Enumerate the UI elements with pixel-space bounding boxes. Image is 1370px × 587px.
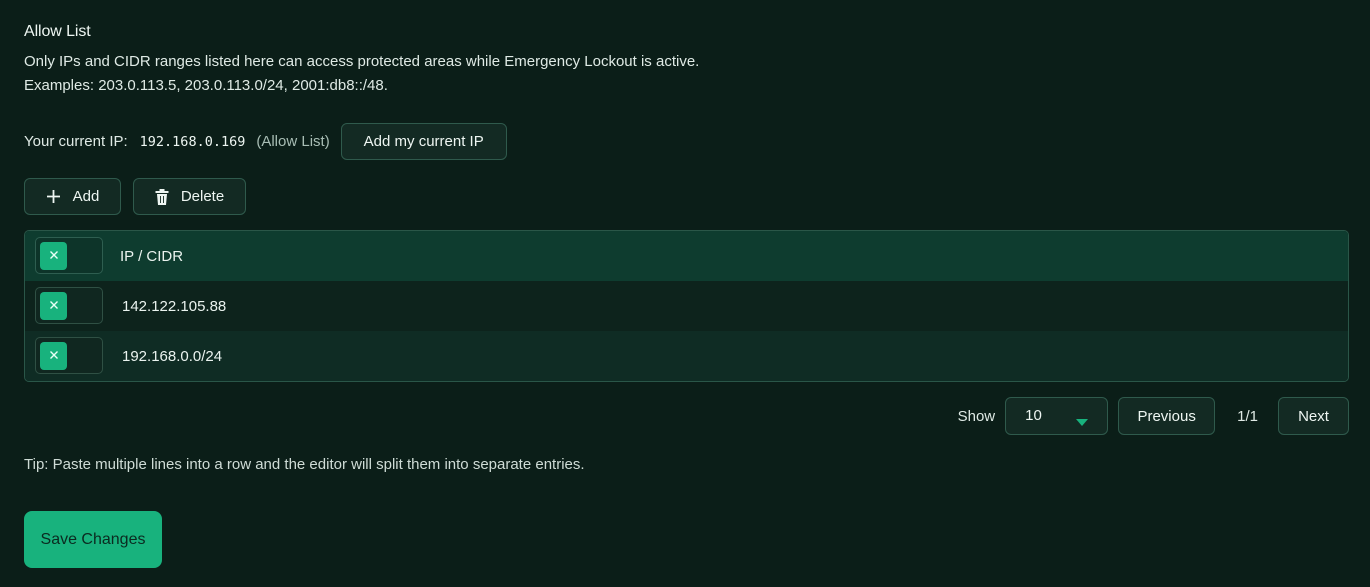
close-icon: [49, 347, 59, 365]
tip-text: Tip: Paste multiple lines into a row and…: [24, 456, 585, 473]
current-ip-row: Your current IP: 192.168.0.169 (Allow Li…: [24, 123, 507, 160]
current-ip-label: Your current IP:: [24, 133, 128, 150]
pagination: Show 10 Previous 1/1 Next: [958, 397, 1349, 435]
section-description: Only IPs and CIDR ranges listed here can…: [24, 53, 700, 70]
select-all-toggle[interactable]: [35, 237, 103, 274]
save-changes-label: Save Changes: [40, 530, 146, 548]
table-row: 142.122.105.88: [25, 281, 1348, 331]
delete-button[interactable]: Delete: [133, 178, 246, 215]
current-ip-tag: (Allow List): [256, 133, 330, 150]
row-toggle[interactable]: [35, 287, 103, 324]
toggle-knob: [40, 342, 67, 370]
page-size-select[interactable]: 10: [1005, 397, 1109, 435]
toggle-knob: [40, 242, 67, 270]
show-label: Show: [957, 407, 996, 425]
save-changes-button[interactable]: Save Changes: [24, 511, 162, 568]
plus-icon: [46, 189, 61, 204]
section-title: Allow List: [24, 23, 91, 40]
ip-cidr-value[interactable]: 142.122.105.88: [122, 298, 226, 315]
add-current-ip-button[interactable]: Add my current IP: [340, 123, 507, 160]
previous-button[interactable]: Previous: [1118, 397, 1216, 435]
trash-icon: [155, 188, 169, 205]
table-row: 192.168.0.0/24: [25, 331, 1348, 381]
allow-list-table: IP / CIDR 142.122.105.88 192.168.0.0/24: [24, 230, 1349, 382]
column-header-ip-cidr: IP / CIDR: [120, 247, 184, 265]
delete-button-label: Delete: [180, 188, 225, 205]
page-size-value: 10: [1025, 407, 1042, 424]
toggle-knob: [40, 292, 67, 320]
chevron-down-icon: [1076, 413, 1089, 430]
page-indicator: 1/1: [1237, 407, 1258, 425]
table-header-row: IP / CIDR: [25, 231, 1348, 281]
add-current-ip-label: Add my current IP: [363, 133, 484, 150]
previous-button-label: Previous: [1137, 407, 1196, 425]
allow-list-panel: Allow List Only IPs and CIDR ranges list…: [0, 0, 1370, 587]
row-toggle[interactable]: [35, 337, 103, 374]
close-icon: [49, 247, 59, 265]
close-icon: [49, 297, 59, 315]
ip-cidr-value[interactable]: 192.168.0.0/24: [122, 348, 222, 365]
current-ip-value: 192.168.0.169: [139, 133, 246, 150]
next-button-label: Next: [1298, 407, 1329, 425]
next-button[interactable]: Next: [1278, 397, 1349, 435]
add-button-label: Add: [72, 188, 100, 205]
add-button[interactable]: Add: [24, 178, 121, 215]
section-examples: Examples: 203.0.113.5, 203.0.113.0/24, 2…: [24, 77, 388, 94]
